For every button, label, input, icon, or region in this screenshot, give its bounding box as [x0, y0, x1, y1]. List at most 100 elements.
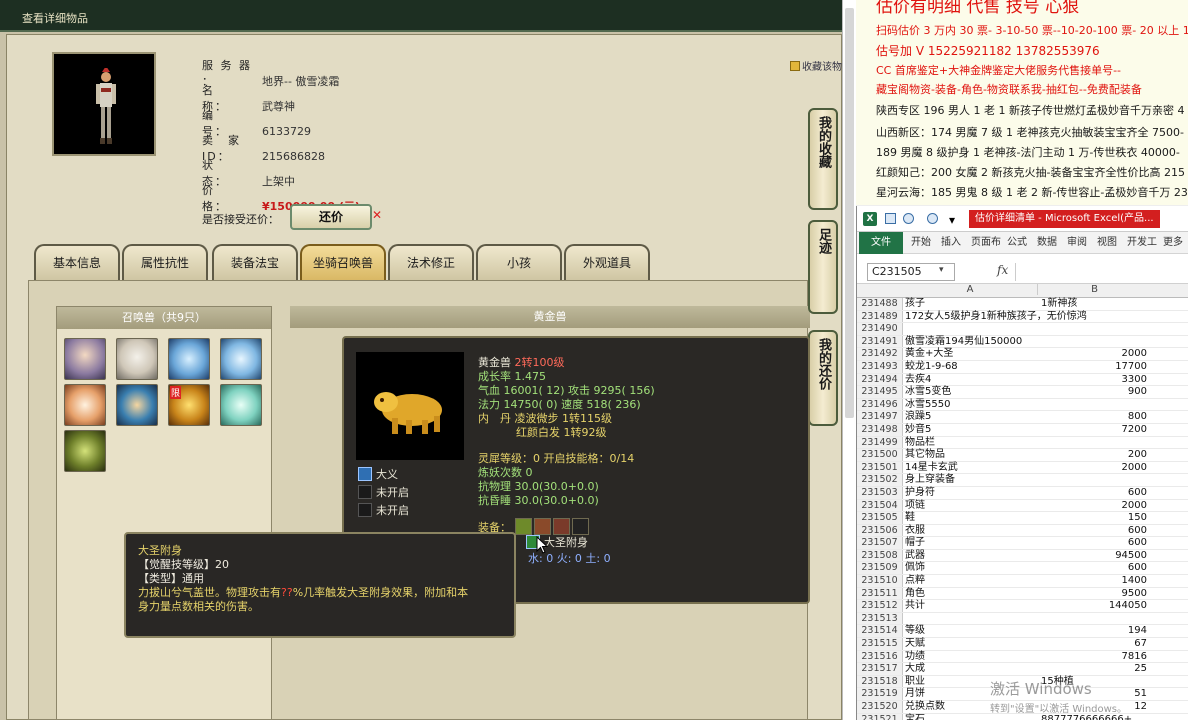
row-number[interactable]: 231515	[857, 638, 903, 650]
close-icon[interactable]: ✕	[372, 208, 382, 222]
row-number[interactable]: 231520	[857, 701, 903, 713]
tab-equipment[interactable]: 装备法宝	[212, 244, 298, 280]
row-number[interactable]: 231514	[857, 625, 903, 638]
table-row[interactable]: 231499 物品栏	[857, 436, 1188, 450]
cell-a[interactable]: 共计	[905, 600, 1035, 613]
summon-icon[interactable]	[64, 338, 106, 380]
cell-b[interactable]: 67	[1037, 638, 1149, 651]
formula-input[interactable]	[1015, 263, 1188, 281]
summon-icon[interactable]	[116, 338, 158, 380]
table-row[interactable]: 231507 帽子 600	[857, 537, 1188, 550]
table-row[interactable]: 231488 孩子 1新神孩	[857, 298, 1188, 311]
row-number[interactable]: 231497	[857, 411, 903, 423]
fx-icon[interactable]: fx	[997, 263, 1008, 277]
table-row[interactable]: 231506 衣服 600	[857, 524, 1188, 538]
row-number[interactable]: 231509	[857, 562, 903, 575]
cell-b[interactable]: 144050	[1037, 600, 1149, 613]
tab-file[interactable]: 文件	[859, 232, 903, 254]
row-number[interactable]: 231496	[857, 398, 903, 411]
spreadsheet-grid[interactable]: 231488 孩子 1新神孩 231489 172女人5级护身1新种族孩子，无价惊鸿 23…	[857, 298, 1188, 720]
row-number[interactable]: 231501	[857, 461, 903, 474]
column-a-header[interactable]: A	[903, 284, 1037, 295]
namebox-dropdown-icon[interactable]: ▾	[939, 265, 944, 275]
cell-b[interactable]: 9500	[1037, 588, 1149, 601]
cell-b[interactable]: 1400	[1037, 575, 1149, 588]
row-number[interactable]: 231513	[857, 612, 903, 625]
tab-formulas[interactable]: 公式	[1007, 232, 1027, 254]
cell-b[interactable]: 600	[1037, 525, 1149, 538]
tab-home[interactable]: 开始	[911, 232, 931, 254]
cell-a[interactable]: 等级	[905, 625, 1035, 638]
cell-b[interactable]: 3300	[1037, 374, 1149, 387]
tab-appearance[interactable]: 外观道具	[564, 244, 650, 280]
table-row[interactable]: 231501 14星卡玄武 2000	[857, 461, 1188, 475]
cell-a[interactable]: 傲雪凌霜194男仙150000	[905, 336, 1035, 349]
cell-a[interactable]: 身上穿装备	[905, 474, 1035, 487]
cell-b[interactable]: 25	[1037, 663, 1149, 676]
cell-b[interactable]: 900	[1037, 386, 1149, 399]
row-number[interactable]: 231498	[857, 423, 903, 436]
cell-a[interactable]: 衣服	[905, 525, 1035, 538]
cell-a[interactable]: 黄金+大圣	[905, 348, 1035, 361]
tab-view[interactable]: 视图	[1097, 232, 1117, 254]
table-row[interactable]: 231497 浪躁5 800	[857, 411, 1188, 424]
table-row[interactable]: 231498 妙音5 7200	[857, 423, 1188, 437]
table-row[interactable]: 231504 项链 2000	[857, 499, 1188, 513]
row-number[interactable]: 231516	[857, 650, 903, 663]
row-number[interactable]: 231492	[857, 348, 903, 360]
row-number[interactable]: 231504	[857, 499, 903, 512]
skill-slot-3[interactable]: 未开启	[358, 502, 409, 518]
row-number[interactable]: 231518	[857, 675, 903, 688]
table-row[interactable]: 231512 共计 144050	[857, 600, 1188, 613]
cell-a[interactable]: 角色	[905, 588, 1035, 601]
table-row[interactable]: 231491 傲雪凌霜194男仙150000	[857, 335, 1188, 349]
cell-a[interactable]: 孩子	[905, 298, 1035, 311]
table-row[interactable]: 231516 功绩 7816	[857, 650, 1188, 664]
row-number[interactable]: 231503	[857, 486, 903, 499]
tab-mounts-summons[interactable]: 坐骑召唤兽	[300, 244, 386, 280]
row-number[interactable]: 231494	[857, 373, 903, 386]
table-row[interactable]: 231513	[857, 612, 1188, 626]
column-b-header[interactable]: B	[1037, 284, 1151, 295]
vertical-scrollbar[interactable]	[842, 0, 856, 720]
row-number[interactable]: 231490	[857, 323, 903, 335]
cell-a[interactable]: 冰雪5变色	[905, 386, 1035, 399]
tab-child[interactable]: 小孩	[476, 244, 562, 280]
row-number[interactable]: 231491	[857, 335, 903, 348]
summon-icon[interactable]	[220, 384, 262, 426]
cell-b[interactable]: 1新神孩	[1037, 298, 1149, 311]
table-row[interactable]: 231505 鞋 150	[857, 512, 1188, 525]
cell-b[interactable]: 2000	[1037, 462, 1149, 475]
row-number[interactable]: 231507	[857, 537, 903, 549]
table-row[interactable]: 231517 大成 25	[857, 663, 1188, 676]
tab-page-layout[interactable]: 页面布	[971, 232, 1001, 254]
row-number[interactable]: 231512	[857, 600, 903, 612]
cell-a[interactable]: 其它物品	[905, 449, 1035, 462]
undo-icon[interactable]	[903, 213, 914, 224]
table-row[interactable]: 231493 蛟龙1-9-68 17700	[857, 360, 1188, 374]
cell-a[interactable]: 妙音5	[905, 424, 1035, 437]
cell-b[interactable]: 17700	[1037, 361, 1149, 374]
summon-icon[interactable]	[168, 338, 210, 380]
skill-slot-2[interactable]: 未开启	[358, 484, 409, 500]
redo-icon[interactable]	[927, 213, 938, 224]
cell-a[interactable]: 佩饰	[905, 562, 1035, 575]
summon-icon[interactable]: 限	[168, 384, 210, 426]
summon-icon[interactable]	[64, 384, 106, 426]
row-number[interactable]: 231508	[857, 549, 903, 562]
cell-a[interactable]: 天赋	[905, 638, 1035, 651]
table-row[interactable]: 231502 身上穿装备	[857, 474, 1188, 487]
tab-more[interactable]: 更多	[1163, 232, 1183, 254]
cell-a[interactable]: 去疾4	[905, 374, 1035, 387]
tab-developer[interactable]: 开发工	[1127, 232, 1157, 254]
cell-b[interactable]: 200	[1037, 449, 1149, 462]
table-row[interactable]: 231514 等级 194	[857, 625, 1188, 639]
cell-a[interactable]: 护身符	[905, 487, 1035, 500]
table-row[interactable]: 231489 172女人5级护身1新种族孩子，无价惊鸿	[857, 310, 1188, 324]
cell-a[interactable]: 帽子	[905, 537, 1035, 550]
cell-a[interactable]: 冰雪5550	[905, 399, 1035, 412]
table-row[interactable]: 231511 角色 9500	[857, 587, 1188, 601]
cell-b[interactable]: 2000	[1037, 500, 1149, 513]
table-row[interactable]: 231494 去疾4 3300	[857, 373, 1188, 387]
summon-icon[interactable]	[116, 384, 158, 426]
